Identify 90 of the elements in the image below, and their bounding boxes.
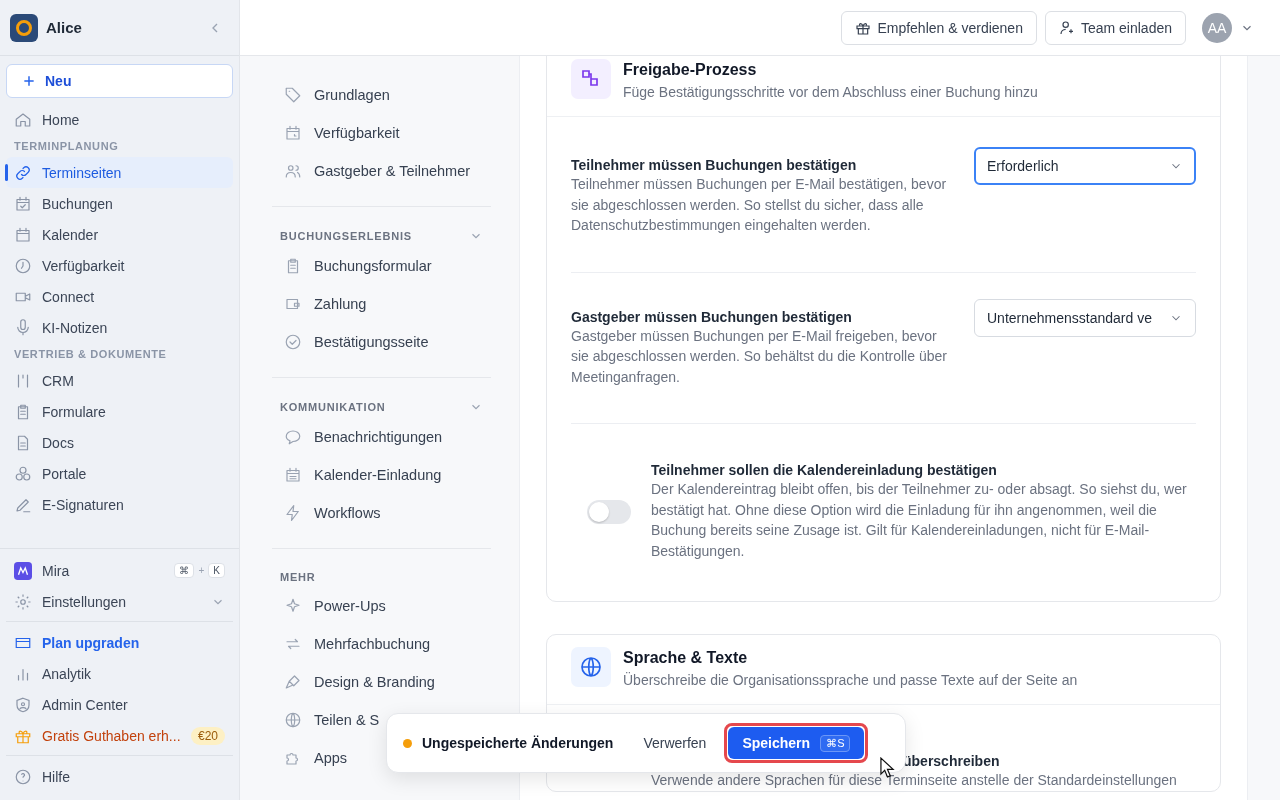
sidebar-item[interactable]: Analytik — [6, 658, 233, 689]
settings-nav-item[interactable]: Grundlagen — [272, 76, 402, 114]
globe-icon — [571, 647, 611, 687]
section-heading: TERMINPLANUNG — [13, 139, 120, 154]
setting-title: Teilnehmer sollen die Kalendereinladung bestätigen — [651, 462, 998, 478]
settings-nav-item[interactable]: Power-Ups — [272, 587, 398, 625]
group-heading: BUCHUNGSERLEBNIS — [280, 230, 412, 242]
calendar-icon — [14, 194, 32, 213]
credit-badge: €20 — [190, 726, 225, 745]
card-subtitle: Überschreibe die Organisationssprache und passe Texte auf der Seite an — [623, 672, 1078, 688]
referral-button[interactable]: Empfehlen & verdienen — [841, 10, 1037, 45]
shield-icon — [14, 695, 32, 714]
save-button[interactable]: Speichern ⌘S — [728, 727, 865, 759]
sidebar-item[interactable]: CRM — [6, 365, 233, 396]
workspace-name: Alice — [46, 19, 83, 36]
group-heading: MEHR — [280, 571, 316, 583]
link-icon — [14, 163, 32, 182]
setting-title: überschreiben — [903, 753, 1000, 769]
chat-bubble-icon — [284, 428, 302, 446]
sidebar-item[interactable]: Home — [6, 104, 233, 135]
section-heading: VERTRIEB & DOKUMENTE — [13, 347, 168, 362]
circles-icon — [14, 464, 32, 483]
assistant-icon — [14, 561, 32, 580]
settings-nav-item[interactable]: Benachrichtigungen — [272, 418, 455, 456]
setting-description: Teilnehmer müssen Buchungen per E-Mail bestätigen, bevor sie abgeschlossen werden. So stellst du sicher, dass alle Datenschutzbestimmungen eingehalten werden. — [571, 175, 948, 235]
user-plus-icon — [1058, 19, 1075, 36]
assistant-item[interactable]: Mira ⌘ + K — [6, 555, 233, 586]
settings-nav-item[interactable]: Gastgeber & Teilnehmer — [272, 152, 483, 190]
sidebar-item[interactable]: Portale — [6, 458, 233, 489]
sidebar-item[interactable]: Kalender — [6, 219, 233, 250]
setting-description: Der Kalendereintrag bleibt offen, bis der Teilnehmer zu- oder absagt. So siehst du, wer bestätigt hat. Ohne diese Option wird die Einladung für ihn angenommen, weil die Buchung bereits seine Zusage ist. Gilt für Kalendereinladungen, nicht für E-Mail-Bestätigungen. — [651, 480, 1188, 561]
calendar-icon — [14, 225, 32, 244]
settings-nav-item[interactable]: Verfügbarkeit — [272, 114, 412, 152]
settings-nav-item[interactable]: Kalender-Einladung — [272, 456, 454, 494]
sidebar-item[interactable]: E-Signaturen — [6, 489, 233, 520]
settings-nav-item[interactable]: Workflows — [272, 494, 393, 532]
sidebar-item[interactable]: Formulare — [6, 396, 233, 427]
shortcut-key: K — [208, 563, 225, 578]
logo-icon — [10, 13, 38, 42]
toggle-switch[interactable] — [587, 499, 631, 524]
sidebar-item[interactable]: Verfügbarkeit — [6, 250, 233, 281]
tag-icon — [284, 86, 302, 104]
card-title: Freigabe-Prozess — [623, 61, 758, 79]
shortcut-plus: + — [198, 565, 205, 576]
sidebar-item[interactable]: Plan upgraden — [6, 627, 233, 658]
brush-icon — [284, 673, 302, 691]
settings-nav-item[interactable]: Teilen & S — [272, 701, 392, 739]
settings-nav-item[interactable]: Apps — [272, 739, 360, 777]
calendar-icon — [284, 466, 302, 484]
settings-nav-item[interactable]: Bestätigungsseite — [272, 323, 441, 361]
shortcut-key: ⌘ — [174, 563, 195, 578]
sidebar-item[interactable]: Connect — [6, 281, 233, 312]
discard-button[interactable]: Verwerfen — [635, 735, 715, 751]
settings-nav-item[interactable]: Buchungsformular — [272, 247, 444, 285]
sparkle-icon — [284, 597, 302, 615]
card-title: Sprache & Texte — [623, 649, 749, 667]
users-icon — [284, 162, 302, 180]
status-dot — [403, 738, 412, 748]
sidebar-item[interactable]: Admin Center — [6, 689, 233, 720]
help-item[interactable]: Hilfe — [6, 761, 233, 792]
calendar-icon — [284, 124, 302, 142]
settings-nav-item[interactable]: Design & Branding — [272, 663, 447, 701]
setting-description: Verwende andere Sprachen für diese Terminseite anstelle der Standardeinstellungen — [650, 771, 1178, 790]
sidebar-item[interactable]: Gratis Guthaben erh... €20 — [6, 720, 233, 751]
sidebar-item[interactable]: Docs — [6, 427, 233, 458]
shortcut-key: ⌘S — [820, 734, 851, 752]
new-button[interactable]: Neu — [6, 64, 233, 98]
setting-description: Gastgeber müssen Buchungen per E-Mail freigeben, bevor sie abgeschlossen werden. So behältst du die Kontrolle über Meetinganfragen. — [571, 326, 948, 387]
settings-item[interactable]: Einstellungen — [6, 586, 233, 617]
squares-icon — [571, 59, 611, 99]
microphone-icon — [14, 318, 32, 337]
help-icon — [14, 767, 32, 786]
settings-nav-item[interactable]: Zahlung — [272, 285, 379, 323]
setting-title: Gastgeber müssen Buchungen bestätigen — [571, 308, 853, 325]
gear-icon — [14, 592, 32, 611]
invite-button[interactable]: Team einladen — [1044, 10, 1186, 45]
group-heading: KOMMUNIKATION — [280, 401, 386, 413]
sidebar-item[interactable]: Buchungen — [6, 188, 233, 219]
sidebar-item[interactable]: Terminseiten — [6, 157, 233, 188]
setting-title: Teilnehmer müssen Buchungen bestätigen — [571, 157, 858, 173]
lightning-icon — [284, 504, 302, 522]
globe-icon — [284, 711, 302, 729]
plus-icon — [21, 73, 37, 89]
status-text: Ungespeicherte Änderungen — [422, 735, 614, 751]
clock-icon — [14, 256, 32, 275]
card-subtitle: Füge Bestätigungsschritte vor dem Abschluss einer Buchung hinzu — [623, 84, 1038, 100]
dropdown[interactable]: Erforderlich — [974, 147, 1196, 185]
settings-nav-item[interactable]: Mehrfachbuchung — [272, 625, 443, 663]
dropdown[interactable]: Unternehmensstandard ve — [974, 298, 1196, 337]
sidebar-item[interactable]: KI-Notizen — [6, 312, 233, 343]
